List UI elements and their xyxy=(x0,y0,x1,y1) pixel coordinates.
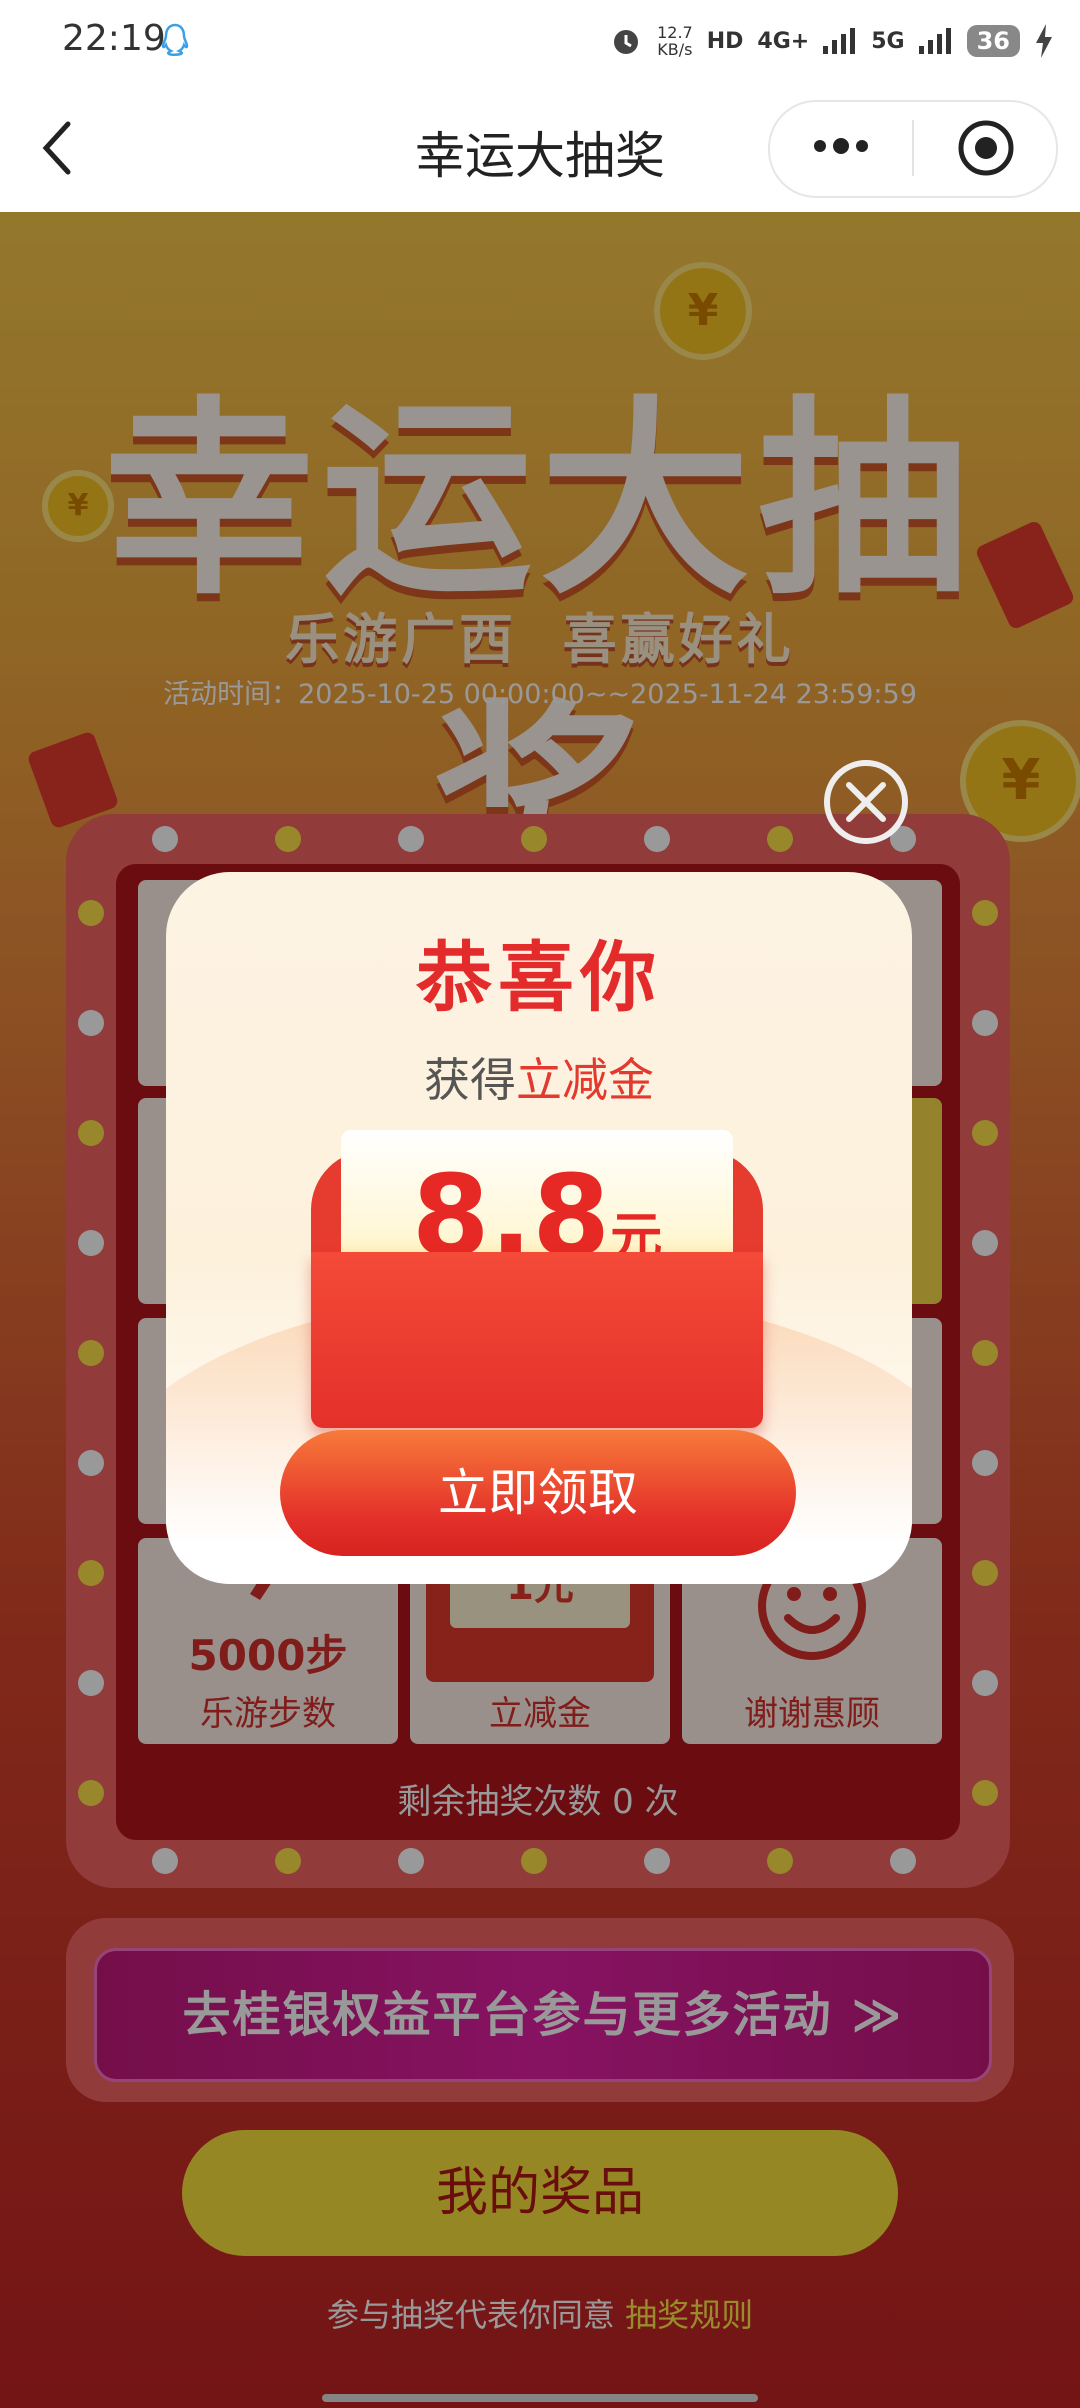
red-envelope-front xyxy=(311,1252,763,1428)
status-time: 22:19 xyxy=(62,18,166,59)
network-4g: 4G+ xyxy=(757,28,810,54)
nav-bar: 幸运大抽奖 xyxy=(0,84,1080,213)
battery-level: 36 xyxy=(966,25,1020,57)
charging-icon xyxy=(1036,24,1052,58)
qq-icon xyxy=(161,23,189,56)
status-bar: 22:19 12.7 KB/s HD 4G+ 5G 36 xyxy=(0,0,1080,84)
close-icon[interactable] xyxy=(822,758,910,846)
network-speed: 12.7 KB/s xyxy=(657,23,693,59)
capsule-divider xyxy=(912,120,914,176)
won-text: 获得立减金 xyxy=(424,1053,654,1107)
congrats-title: 恭喜你 xyxy=(416,933,662,1022)
signal-icon xyxy=(823,28,856,54)
close-mini-program-icon[interactable] xyxy=(956,118,1016,178)
alarm-icon xyxy=(614,30,639,54)
status-icons: 12.7 KB/s HD 4G+ 5G 36 xyxy=(609,16,1054,66)
hd-badge: HD xyxy=(706,28,744,54)
signal-icon xyxy=(918,28,951,54)
network-5g: 5G xyxy=(871,28,905,54)
claim-button[interactable]: 立即领取 xyxy=(280,1430,796,1556)
win-modal: 恭喜你 获得立减金 8.8元 立即领取 xyxy=(166,872,912,1584)
more-icon[interactable] xyxy=(808,126,874,166)
